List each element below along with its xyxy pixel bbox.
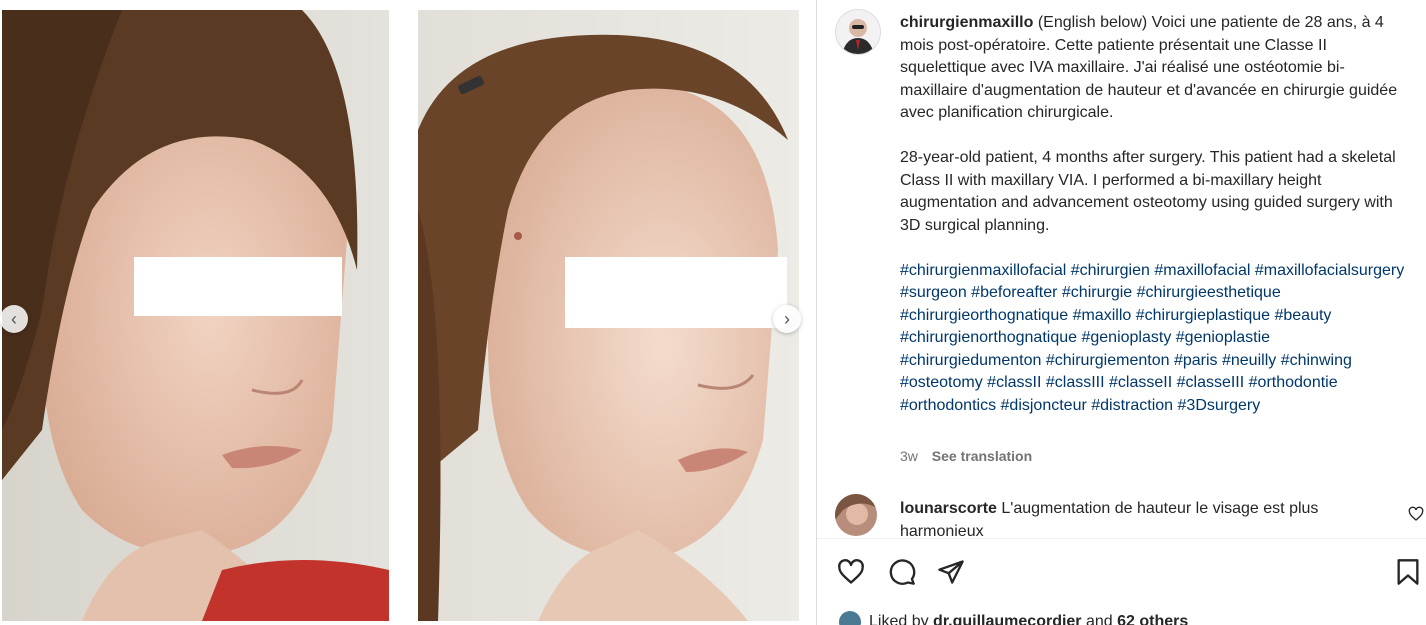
paper-plane-icon[interactable] [935, 556, 967, 588]
post-details-panel: chirurgienmaxillo (English below) Voici … [817, 0, 1426, 625]
hashtag-link[interactable]: #chirurgieesthetique [1137, 284, 1281, 301]
post-age: 3w [900, 448, 918, 464]
chevron-right-icon[interactable]: › [773, 305, 801, 333]
hashtag-list: #chirurgienmaxillofacial #chirurgien #ma… [900, 260, 1410, 418]
caption-english: 28-year-old patient, 4 months after surg… [900, 149, 1396, 234]
hashtag-link[interactable]: #disjoncteur [1001, 397, 1087, 414]
hashtag-link[interactable]: #neuilly [1222, 352, 1276, 369]
liker-username[interactable]: dr.guillaumecordier [933, 613, 1081, 625]
likes-others-link[interactable]: 62 others [1117, 613, 1188, 625]
hashtag-link[interactable]: #classIII [1046, 374, 1105, 391]
hashtag-link[interactable]: #chirurgieorthognatique [900, 307, 1068, 324]
likes-middle: and [1081, 613, 1118, 625]
hashtag-link[interactable]: #beauty [1274, 307, 1331, 324]
commenter-username[interactable]: lounarscorte [900, 500, 997, 517]
hashtag-link[interactable]: #chirurgiementon [1046, 352, 1170, 369]
post-media: ‹ › [0, 0, 816, 625]
avatar[interactable] [839, 611, 861, 625]
comment-text: lounarscorte L'augmentation de hauteur l… [900, 498, 1380, 538]
hashtag-link[interactable]: #surgeon [900, 284, 967, 301]
author-username[interactable]: chirurgienmaxillo [900, 14, 1033, 31]
hashtag-link[interactable]: #orthodontie [1249, 374, 1338, 391]
hashtag-link[interactable]: #osteotomy [900, 374, 983, 391]
hashtag-link[interactable]: #orthodontics [900, 397, 996, 414]
chevron-left-icon[interactable]: ‹ [0, 305, 28, 333]
likes-prefix: Liked by [869, 613, 934, 625]
redaction-box [134, 257, 342, 316]
after-photo [418, 10, 799, 621]
hashtag-link[interactable]: #paris [1174, 352, 1218, 369]
action-bar: Liked by dr.guillaumecordier and 62 othe… [817, 539, 1426, 625]
hashtag-link[interactable]: #chirurgieplastique [1136, 307, 1270, 324]
hashtag-link[interactable]: #genioplasty [1081, 329, 1171, 346]
hashtag-link[interactable]: #3Dsurgery [1178, 397, 1261, 414]
hashtag-link[interactable]: #chinwing [1281, 352, 1352, 369]
avatar[interactable] [835, 494, 877, 536]
comment-bubble-icon[interactable] [886, 556, 918, 588]
before-photo [2, 10, 389, 621]
see-translation-link[interactable]: See translation [932, 448, 1032, 464]
heart-icon[interactable] [835, 556, 867, 588]
bookmark-icon[interactable] [1392, 556, 1424, 588]
hashtag-link[interactable]: #chirurgienmaxillofacial [900, 262, 1066, 279]
avatar[interactable] [835, 9, 881, 55]
hashtag-link[interactable]: #chirurgien [1071, 262, 1150, 279]
hashtag-link[interactable]: #chirurgie [1062, 284, 1132, 301]
hashtag-link[interactable]: #classeIII [1177, 374, 1245, 391]
post-caption: chirurgienmaxillo (English below) Voici … [900, 12, 1410, 417]
hashtag-link[interactable]: #genioplastie [1176, 329, 1270, 346]
comment-item: lounarscorte L'augmentation de hauteur l… [817, 494, 1426, 538]
hashtag-link[interactable]: #chirurgienorthognatique [900, 329, 1077, 346]
caption-area: chirurgienmaxillo (English below) Voici … [817, 0, 1426, 538]
post-meta: 3w See translation [900, 448, 1032, 464]
hashtag-link[interactable]: #maxillofacial [1154, 262, 1250, 279]
redaction-box [565, 257, 787, 328]
likes-summary: Liked by dr.guillaumecordier and 62 othe… [839, 611, 1188, 625]
hashtag-link[interactable]: #classeII [1109, 374, 1172, 391]
hashtag-link[interactable]: #chirurgiedumenton [900, 352, 1041, 369]
hashtag-link[interactable]: #maxillofacialsurgery [1255, 262, 1404, 279]
hashtag-link[interactable]: #classII [987, 374, 1041, 391]
hashtag-link[interactable]: #beforeafter [971, 284, 1057, 301]
hashtag-link[interactable]: #distraction [1091, 397, 1173, 414]
hashtag-link[interactable]: #maxillo [1073, 307, 1132, 324]
heart-icon[interactable] [1408, 506, 1424, 522]
